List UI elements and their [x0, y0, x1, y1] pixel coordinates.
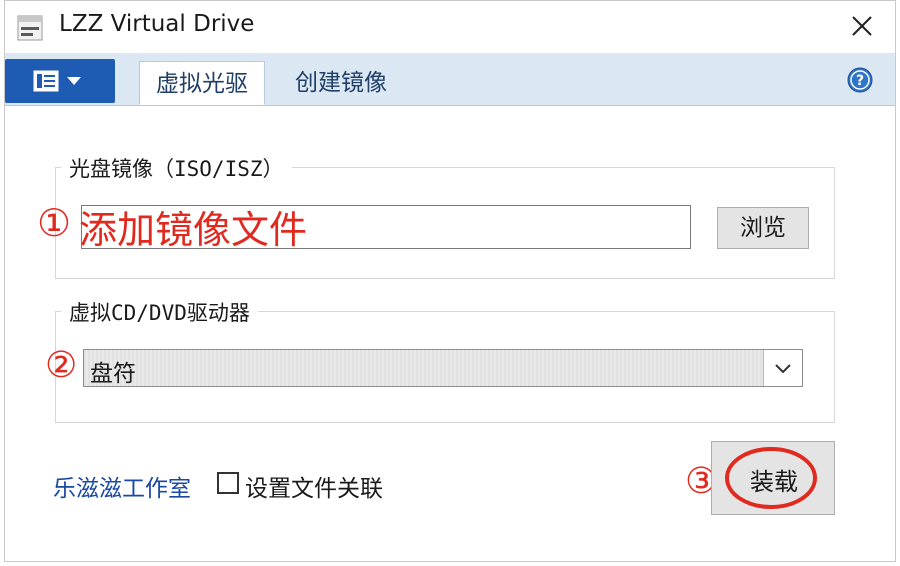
- mount-button-label: 装载: [750, 468, 798, 496]
- file-association-checkbox[interactable]: [217, 472, 239, 494]
- select-arrow: [763, 350, 802, 386]
- help-icon[interactable]: ?: [847, 67, 873, 93]
- window-title: LZZ Virtual Drive: [59, 11, 255, 37]
- annotation-number-2: ②: [45, 345, 78, 386]
- tab-virtual-drive[interactable]: 虚拟光驱: [139, 61, 265, 105]
- file-association-label: 设置文件关联: [245, 476, 383, 502]
- tab-bar: 虚拟光驱 创建镜像 ?: [5, 53, 895, 106]
- dropdown-caret-icon: [67, 77, 81, 85]
- chevron-down-icon: [775, 364, 791, 374]
- mount-button[interactable]: 装载: [711, 441, 835, 515]
- svg-text:?: ?: [856, 73, 864, 89]
- app-drive-icon: [17, 15, 43, 41]
- browse-button[interactable]: 浏览: [717, 207, 809, 249]
- main-menu-button[interactable]: [5, 59, 115, 103]
- annotation-number-1: ①: [37, 201, 72, 245]
- close-icon[interactable]: [847, 11, 877, 41]
- title-bar: LZZ Virtual Drive: [5, 1, 895, 53]
- studio-link[interactable]: 乐滋滋工作室: [53, 469, 191, 503]
- annotation-add-image: 添加镜像文件: [79, 208, 308, 252]
- app-window: LZZ Virtual Drive 虚拟光驱 创建镜像 ? 光盘镜像（ISO/I…: [4, 0, 896, 562]
- drive-group-label: 虚拟CD/DVD驱动器: [61, 297, 258, 327]
- drive-letter-select[interactable]: 盘符: [83, 349, 803, 387]
- drive-letter-value: 盘符: [90, 361, 136, 387]
- tab-create-image[interactable]: 创建镜像: [283, 61, 399, 105]
- image-group-label: 光盘镜像（ISO/ISZ）: [61, 153, 292, 183]
- menu-list-icon: [33, 70, 81, 92]
